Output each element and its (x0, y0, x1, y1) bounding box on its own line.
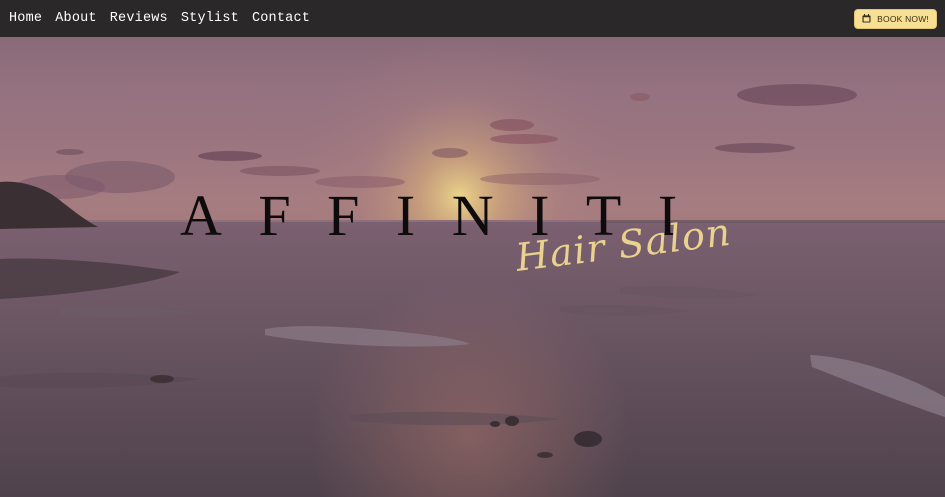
top-navbar: Home About Reviews Stylist Contact BOOK … (0, 0, 945, 37)
calendar-icon (862, 14, 871, 23)
nav-link-home[interactable]: Home (9, 11, 42, 26)
book-now-button[interactable]: BOOK NOW! (854, 8, 937, 29)
nav-link-reviews[interactable]: Reviews (110, 11, 168, 26)
hero-background-image (0, 37, 945, 497)
hero-section: AFFINITI Hair Salon (0, 37, 945, 497)
nav-link-contact[interactable]: Contact (252, 11, 310, 26)
nav-links: Home About Reviews Stylist Contact (9, 11, 323, 26)
nav-link-stylist[interactable]: Stylist (181, 11, 239, 26)
book-now-label: BOOK NOW! (877, 13, 929, 24)
nav-link-about[interactable]: About (55, 11, 97, 26)
